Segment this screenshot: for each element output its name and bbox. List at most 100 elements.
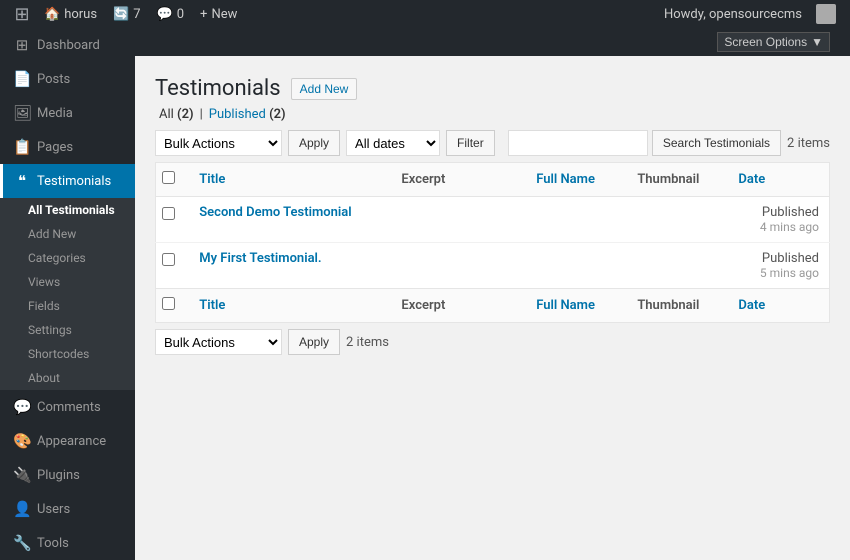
th-excerpt-label: Excerpt [401, 172, 445, 187]
sidebar-item-users[interactable]: 👤 Users [0, 492, 135, 526]
sidebar-label-media: Media [37, 106, 73, 121]
select-all-checkbox[interactable] [162, 171, 175, 184]
main-layout: ⊞ Dashboard 📄 Posts 🖼 Media 📋 Pages ❝ Te… [0, 28, 850, 560]
comments-icon: 💬 [13, 398, 31, 416]
row2-title-link[interactable]: My First Testimonial. [199, 251, 321, 266]
sidebar-label-tools: Tools [37, 536, 69, 551]
sidebar-item-tools[interactable]: 🔧 Tools [0, 526, 135, 560]
add-new-button[interactable]: Add New [291, 78, 358, 100]
th-excerpt: Excerpt [391, 163, 526, 197]
th-fullname-link[interactable]: Full Name [536, 172, 595, 187]
row2-date-time: 5 mins ago [738, 266, 819, 280]
sidebar-label-plugins: Plugins [37, 468, 80, 483]
adminbar-house-icon: 🏠 [44, 7, 60, 22]
tablenav-top: Bulk Actions Move to Trash Apply All dat… [155, 130, 830, 156]
row2-checkbox[interactable] [162, 253, 175, 266]
tfoot-date-link[interactable]: Date [738, 298, 765, 313]
sidebar-label-dashboard: Dashboard [37, 38, 100, 53]
row1-title-cell: Second Demo Testimonial [189, 197, 391, 243]
submenu-add-new[interactable]: Add New [0, 222, 135, 246]
adminbar-new[interactable]: + New [192, 0, 245, 28]
apply-button-top[interactable]: Apply [288, 130, 340, 156]
admin-sidebar: ⊞ Dashboard 📄 Posts 🖼 Media 📋 Pages ❝ Te… [0, 28, 135, 560]
sidebar-item-pages[interactable]: 📋 Pages [0, 130, 135, 164]
adminbar-right: Howdy, opensourcecms [656, 0, 842, 28]
row1-thumbnail-cell [627, 197, 728, 243]
sidebar-item-plugins[interactable]: 🔌 Plugins [0, 458, 135, 492]
tfoot-excerpt-label: Excerpt [401, 298, 445, 313]
th-fullname: Full Name [526, 163, 627, 197]
sidebar-item-appearance[interactable]: 🎨 Appearance [0, 424, 135, 458]
tablenav-top-left: Bulk Actions Move to Trash Apply All dat… [155, 130, 495, 156]
th-title-link[interactable]: Title [199, 172, 225, 187]
wp-logo[interactable]: ⊞ [8, 0, 36, 28]
search-button[interactable]: Search Testimonials [652, 130, 781, 156]
tab-separator: | [198, 107, 205, 122]
pages-icon: 📋 [13, 138, 31, 156]
adminbar-site-name: horus [64, 7, 97, 22]
tfoot-thumbnail: Thumbnail [627, 289, 728, 323]
dashboard-icon: ⊞ [13, 36, 31, 54]
sidebar-item-testimonials[interactable]: ❝ Testimonials [0, 164, 135, 198]
adminbar-new-label: New [211, 7, 237, 22]
tab-published[interactable]: Published (2) [205, 107, 290, 122]
sidebar-label-testimonials: Testimonials [37, 174, 111, 189]
row2-thumbnail-cell [627, 243, 728, 289]
page-title: Testimonials [155, 76, 281, 101]
select-all-bottom-checkbox[interactable] [162, 297, 175, 310]
date-filter-select[interactable]: All dates [346, 130, 440, 156]
sidebar-item-comments[interactable]: 💬 Comments [0, 390, 135, 424]
screen-options-button[interactable]: Screen Options ▼ [717, 32, 830, 52]
sidebar-label-posts: Posts [37, 72, 70, 87]
sidebar-item-media[interactable]: 🖼 Media [0, 96, 135, 130]
row1-excerpt-cell [391, 197, 526, 243]
th-thumbnail: Thumbnail [627, 163, 728, 197]
sidebar-label-pages: Pages [37, 140, 73, 155]
main-content: Screen Options ▼ Testimonials Add New Al… [135, 28, 850, 560]
row1-title-link[interactable]: Second Demo Testimonial [199, 205, 351, 220]
submenu-all-testimonials[interactable]: All Testimonials [0, 198, 135, 222]
bulk-actions-select-top[interactable]: Bulk Actions Move to Trash [155, 130, 282, 156]
tools-icon: 🔧 [13, 534, 31, 552]
tab-all-link[interactable]: All [159, 107, 174, 122]
tab-published-link[interactable]: Published [209, 107, 266, 122]
submenu-shortcodes[interactable]: Shortcodes [0, 342, 135, 366]
sidebar-item-posts[interactable]: 📄 Posts [0, 62, 135, 96]
row2-checkbox-cell [156, 243, 190, 289]
tfoot-thumbnail-label: Thumbnail [637, 298, 699, 313]
page-header: Testimonials Add New [155, 66, 830, 107]
submenu-fields[interactable]: Fields [0, 294, 135, 318]
adminbar-avatar[interactable] [810, 0, 842, 28]
screen-options-label: Screen Options [724, 35, 807, 49]
tfoot-checkbox [156, 289, 190, 323]
submenu-settings[interactable]: Settings [0, 318, 135, 342]
appearance-icon: 🎨 [13, 432, 31, 450]
row2-date-status: Published [738, 251, 819, 266]
row1-checkbox[interactable] [162, 207, 175, 220]
row1-date-time: 4 mins ago [738, 220, 819, 234]
row1-date-cell: Published 4 mins ago [728, 197, 829, 243]
tfoot-title: Title [189, 289, 391, 323]
submenu-views[interactable]: Views [0, 270, 135, 294]
tablenav-bottom-right: 2 items [346, 335, 389, 350]
posts-icon: 📄 [13, 70, 31, 88]
adminbar-comments[interactable]: 💬 0 [149, 0, 193, 28]
sidebar-item-dashboard[interactable]: ⊞ Dashboard [0, 28, 135, 62]
submenu-about[interactable]: About [0, 366, 135, 390]
search-input[interactable] [508, 130, 648, 156]
adminbar-site[interactable]: 🏠 horus [36, 0, 105, 28]
sidebar-label-users: Users [37, 502, 70, 517]
media-icon: 🖼 [13, 104, 31, 122]
tfoot-fullname-link[interactable]: Full Name [536, 298, 595, 313]
apply-button-bottom[interactable]: Apply [288, 329, 340, 355]
adminbar-comments-icon: 💬 [157, 7, 173, 22]
submenu-categories[interactable]: Categories [0, 246, 135, 270]
filter-button[interactable]: Filter [446, 130, 495, 156]
screen-options-bar: Screen Options ▼ [135, 28, 850, 56]
row2-fullname-cell [526, 243, 627, 289]
adminbar-updates[interactable]: 🔄 7 [105, 0, 149, 28]
tfoot-title-link[interactable]: Title [199, 298, 225, 313]
bulk-actions-select-bottom[interactable]: Bulk Actions Move to Trash [155, 329, 282, 355]
tab-all[interactable]: All (2) [155, 107, 198, 122]
th-date-link[interactable]: Date [738, 172, 765, 187]
